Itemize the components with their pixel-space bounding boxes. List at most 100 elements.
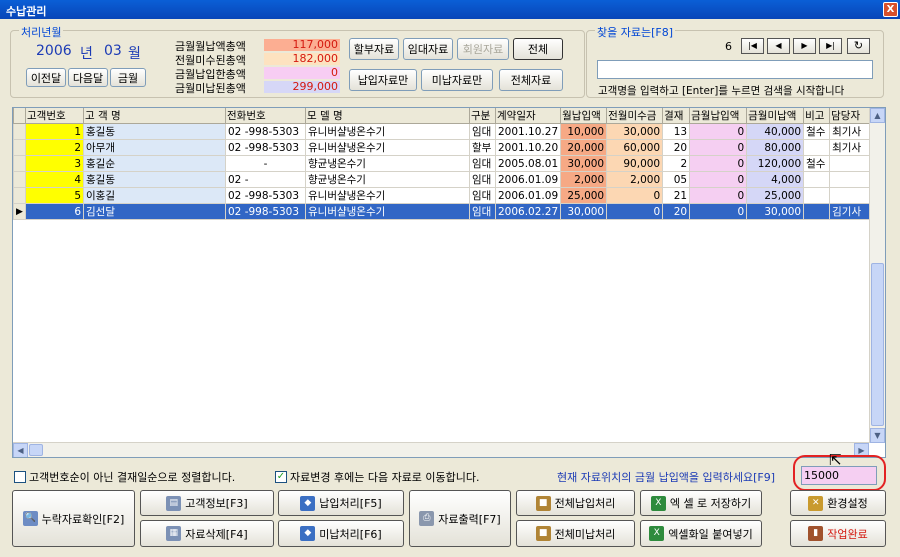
cell-date[interactable]: 2005.08.01 [494,155,562,172]
column-header[interactable]: 결재 [662,108,691,124]
cell-phone[interactable]: 02 -998-5303 [225,203,306,220]
cell-note[interactable]: 철수 [803,155,831,172]
cell-no[interactable]: 6 [25,203,84,220]
vertical-scrollbar[interactable]: ▲ ▼ [869,108,885,443]
nav-first-button[interactable]: |◀ [741,38,764,54]
cell-no[interactable]: 4 [25,171,84,188]
cell-no[interactable]: 3 [25,155,84,172]
cell-phone[interactable]: 02 -998-5303 [225,139,306,156]
cell-pay[interactable]: 13 [662,123,691,140]
cell-type[interactable]: 임대 [469,155,496,172]
cell-unpaid[interactable]: 30,000 [746,203,805,220]
prev-month-button[interactable]: 이전달 [26,68,66,87]
cell-name[interactable]: 홍길동 [83,171,226,188]
unpaid-only-button[interactable]: 미납자료만 [421,69,493,91]
cell-prev-unpaid[interactable]: 0 [606,203,664,220]
cell-model[interactable]: 유니버샬냉온수기 [305,123,470,140]
cell-paid[interactable]: 0 [689,139,748,156]
cell-unpaid[interactable]: 40,000 [746,123,805,140]
unpay-process-button[interactable]: ◆ 미납처리[F6] [278,520,404,547]
cell-date[interactable]: 2001.10.27 [494,123,562,140]
cell-paid[interactable]: 0 [689,171,748,188]
excel-paste-button[interactable]: X 엑셀화일 붙여넣기 [640,520,762,547]
cell-phone[interactable]: 02 -998-5303 [225,123,306,140]
vertical-scroll-thumb[interactable] [871,263,884,426]
cell-note[interactable] [803,139,831,156]
close-button[interactable]: X [883,2,898,17]
table-row[interactable]: 5 이홍길 02 -998-5303 유니버샬냉온수기 임대 2006.01.0… [13,187,881,204]
cell-model[interactable]: 향균냉온수기 [305,155,470,172]
cell-name[interactable]: 이홍길 [83,187,226,204]
column-header[interactable]: 계약일자 [494,108,562,124]
cell-no[interactable]: 2 [25,139,84,156]
paid-only-button[interactable]: 납입자료만 [349,69,417,91]
nav-next-button[interactable]: ▶ [793,38,816,54]
all-data-button[interactable]: 전체자료 [499,69,563,91]
cell-paid[interactable]: 0 [689,155,748,172]
cell-prev-unpaid[interactable]: 90,000 [606,155,664,172]
rental-button[interactable]: 임대자료 [403,38,453,60]
scroll-down-icon[interactable]: ▼ [870,428,885,443]
cell-prev-unpaid[interactable]: 60,000 [606,139,664,156]
cell-model[interactable]: 향균냉온수기 [305,171,470,188]
nav-prev-button[interactable]: ◀ [767,38,790,54]
cell-date[interactable]: 2006.01.09 [494,187,562,204]
cell-monthly[interactable]: 30,000 [560,155,608,172]
cell-note[interactable] [803,171,831,188]
cell-type[interactable]: 임대 [469,203,496,220]
nav-last-button[interactable]: ▶| [819,38,842,54]
cell-paid[interactable]: 0 [689,203,748,220]
cell-paid[interactable]: 0 [689,123,748,140]
search-input[interactable] [597,60,873,79]
column-header[interactable]: 구분 [469,108,496,124]
all-button[interactable]: 전체 [513,38,563,60]
cell-phone[interactable]: - [225,155,306,172]
refresh-button[interactable]: ↻ [847,38,870,54]
settings-button[interactable]: ✕ 환경설정 [790,490,886,516]
cell-pay[interactable]: 20 [662,139,691,156]
unpay-all-button[interactable]: ■ 전체미납처리 [516,520,635,547]
column-header[interactable]: 고 객 명 [83,108,226,124]
cell-monthly[interactable]: 20,000 [560,139,608,156]
column-header[interactable]: 비고 [803,108,831,124]
cell-name[interactable]: 아무개 [83,139,226,156]
cell-note[interactable] [803,187,831,204]
missing-check-button[interactable]: 🔍 누락자료확인[F2] [12,490,135,547]
member-button[interactable]: 회원자료 [457,38,509,60]
cell-unpaid[interactable]: 4,000 [746,171,805,188]
sort-option[interactable]: 고객번호순이 아닌 결재일순으로 정렬합니다. [14,469,235,485]
cell-type[interactable]: 할부 [469,139,496,156]
cell-pay[interactable]: 2 [662,155,691,172]
cell-unpaid[interactable]: 80,000 [746,139,805,156]
cell-type[interactable]: 임대 [469,187,496,204]
table-row[interactable]: 1 홍길동 02 -998-5303 유니버샬냉온수기 임대 2001.10.2… [13,123,881,140]
cell-unpaid[interactable]: 25,000 [746,187,805,204]
scroll-up-icon[interactable]: ▲ [870,108,885,123]
cell-monthly[interactable]: 2,000 [560,171,608,188]
cell-date[interactable]: 2006.02.27 [494,203,562,220]
cell-model[interactable]: 유니버샬냉온수기 [305,139,470,156]
table-row-selected[interactable]: ▶ 6 김선달 02 -998-5303 유니버샬냉온수기 임대 2006.02… [13,203,881,220]
cell-phone[interactable]: 02 - [225,171,306,188]
cell-monthly[interactable]: 25,000 [560,187,608,204]
this-month-button[interactable]: 금월 [110,68,146,87]
column-header[interactable]: 전화번호 [225,108,306,124]
move-next-option[interactable]: ✓ 자료변경 후에는 다음 자료로 이동합니다. [275,469,480,485]
cell-monthly[interactable]: 10,000 [560,123,608,140]
cell-model[interactable]: 유니버샬냉온수기 [305,203,470,220]
sort-checkbox[interactable] [14,471,26,483]
column-header[interactable]: 금월미납액 [746,108,805,124]
cell-date[interactable]: 2001.10.20 [494,139,562,156]
customer-info-button[interactable]: ▤ 고객정보[F3] [140,490,274,516]
pay-all-button[interactable]: ■ 전체납입처리 [516,490,635,516]
cell-type[interactable]: 임대 [469,171,496,188]
cell-monthly[interactable]: 30,000 [560,203,608,220]
cell-note[interactable]: 철수 [803,123,831,140]
done-button[interactable]: ▮ 작업완료 [790,520,886,547]
cell-no[interactable]: 1 [25,123,84,140]
cell-name[interactable]: 김선달 [83,203,226,220]
move-next-checkbox[interactable]: ✓ [275,471,287,483]
cell-model[interactable]: 유니버샬냉온수기 [305,187,470,204]
column-header[interactable]: 고객번호 [25,108,84,124]
scroll-left-icon[interactable]: ◀ [13,443,28,457]
